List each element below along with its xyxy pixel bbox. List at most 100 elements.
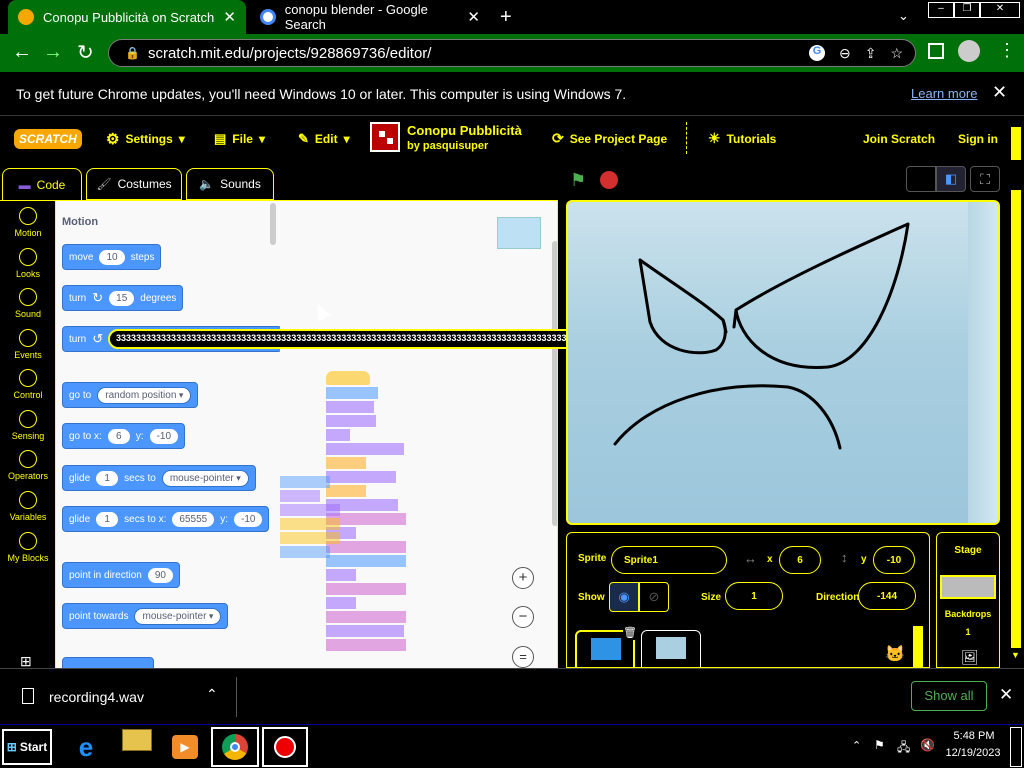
tutorials-button[interactable]: ☀ Tutorials	[708, 117, 776, 160]
file-menu[interactable]: ▤ File ▾	[214, 117, 265, 160]
clock-time[interactable]: 5:48 PM	[944, 730, 1004, 742]
direction-input[interactable]: -144	[858, 582, 916, 610]
script-vertical-scrollbar[interactable]	[552, 241, 557, 526]
tab-search-icon[interactable]: ⌄	[898, 8, 909, 24]
forward-icon[interactable]: →	[43, 41, 63, 64]
small-stage-button[interactable]	[906, 166, 936, 192]
stop-icon[interactable]	[600, 171, 618, 189]
chrome-taskbar-icon[interactable]	[211, 727, 259, 767]
y-input[interactable]: -10	[149, 428, 179, 444]
towards-target-dropdown[interactable]: mouse-pointer	[134, 607, 222, 625]
edit-menu[interactable]: ✎ Edit ▾	[298, 117, 350, 160]
sprite-name-input[interactable]: Sprite1	[611, 546, 727, 574]
x-position-input[interactable]: 6	[779, 546, 821, 574]
close-infobar-icon[interactable]: ✕	[992, 82, 1007, 103]
page-scrollbar-track[interactable]	[1011, 190, 1021, 648]
large-stage-button[interactable]: ◧	[936, 166, 966, 192]
hide-sprite-eye-icon[interactable]: ⊘	[639, 582, 669, 612]
palette-scrollbar[interactable]	[270, 203, 276, 245]
tab-scratch[interactable]: Conopu Pubblicità on Scratch ✕	[8, 0, 246, 34]
size-input[interactable]: 1	[725, 582, 783, 610]
download-filename[interactable]: recording4.wav	[49, 689, 144, 705]
scroll-down-icon[interactable]: ▼	[1011, 650, 1020, 660]
share-icon[interactable]: ⇪	[865, 45, 877, 62]
fullscreen-icon[interactable]: ⛶	[970, 166, 1000, 192]
sprite-thumbnail[interactable]	[641, 630, 701, 667]
category-operators[interactable]: Operators	[0, 450, 56, 481]
category-motion[interactable]: Motion	[0, 207, 56, 238]
delete-sprite-icon[interactable]: 🗑	[623, 626, 637, 640]
block-partial[interactable]	[62, 657, 154, 668]
clock-date[interactable]: 12/19/2023	[940, 747, 1006, 759]
category-events[interactable]: Events	[0, 329, 56, 360]
category-looks[interactable]: Looks	[0, 248, 56, 279]
tab-google[interactable]: conopu blender - Google Search ✕	[250, 0, 490, 34]
volume-muted-icon[interactable]: 🔇	[920, 738, 935, 752]
sprite-list-scrollbar[interactable]	[913, 626, 923, 667]
stage-target-panel[interactable]: Stage Backdrops 1 🖼	[936, 532, 1000, 668]
stage-canvas[interactable]	[566, 200, 1000, 525]
script-stack-2[interactable]	[280, 476, 340, 668]
block-glide-to[interactable]: glide 1 secs to mouse-pointer	[62, 465, 256, 491]
block-point-towards[interactable]: point towards mouse-pointer	[62, 603, 229, 629]
go-to-target-dropdown[interactable]: random position	[97, 386, 192, 404]
category-sound[interactable]: Sound	[0, 288, 56, 319]
side-panel-icon[interactable]	[928, 43, 944, 59]
new-tab-icon[interactable]: +	[500, 6, 512, 29]
project-title[interactable]: Conopu Pubblicità	[407, 123, 522, 138]
y-input[interactable]: -10	[233, 511, 263, 527]
scratch-logo[interactable]: SCRATCH	[14, 117, 82, 160]
chevron-up-icon[interactable]: ⌃	[206, 686, 218, 703]
zoom-icon[interactable]: ⊖	[839, 45, 851, 62]
zoom-in-icon[interactable]: +	[512, 567, 534, 589]
steps-input[interactable]: 10	[99, 249, 125, 265]
backdrop-thumbnail[interactable]	[940, 575, 996, 599]
tab-costumes[interactable]: 🖌 Costumes	[86, 168, 182, 200]
file-explorer-icon[interactable]	[115, 729, 159, 765]
google-lens-icon[interactable]: G	[808, 44, 825, 61]
internet-explorer-icon[interactable]: e	[64, 729, 108, 765]
chrome-menu-icon[interactable]: ⋮	[998, 40, 1016, 61]
start-button[interactable]: ⊞ Start	[2, 729, 52, 765]
block-turn-right[interactable]: turn ↻ 15 degrees	[62, 285, 184, 311]
show-hidden-icons-icon[interactable]: ⌃	[852, 739, 861, 752]
block-move-steps[interactable]: move 10 steps	[62, 244, 162, 270]
secs-input[interactable]: 1	[96, 511, 119, 527]
secs-input[interactable]: 1	[96, 470, 119, 486]
settings-menu[interactable]: ⚙ Settings ▾	[106, 117, 185, 160]
script-area[interactable]: + − =	[280, 200, 558, 668]
profile-avatar-icon[interactable]	[958, 40, 980, 62]
category-variables[interactable]: Variables	[0, 491, 56, 522]
media-player-icon[interactable]: ▶	[163, 729, 207, 765]
sign-in-link[interactable]: Sign in	[958, 117, 998, 160]
page-scrollbar-thumb[interactable]	[1011, 127, 1021, 160]
screen-recorder-icon[interactable]	[262, 727, 308, 767]
direction-input[interactable]: 90	[147, 567, 173, 583]
back-icon[interactable]: ←	[12, 41, 32, 64]
reload-icon[interactable]: ↻	[77, 40, 94, 65]
network-icon[interactable]: 🖧	[897, 738, 910, 759]
green-flag-icon[interactable]: ⚑	[570, 170, 586, 191]
tab-sounds[interactable]: 🔈 Sounds	[186, 168, 274, 200]
action-center-icon[interactable]: ⚑	[874, 738, 885, 752]
y-position-input[interactable]: -10	[873, 546, 915, 574]
show-desktop-button[interactable]	[1010, 727, 1022, 767]
close-tab-icon[interactable]: ✕	[223, 8, 236, 26]
bookmark-star-icon[interactable]: ☆	[890, 45, 903, 62]
zoom-out-icon[interactable]: −	[512, 606, 534, 628]
hat-block[interactable]	[326, 371, 370, 385]
block-go-to[interactable]: go to random position	[62, 382, 199, 408]
close-download-bar-icon[interactable]: ✕	[999, 685, 1013, 705]
close-tab-icon[interactable]: ✕	[467, 8, 480, 26]
minimize-icon[interactable]: –	[928, 2, 954, 18]
x-input[interactable]: 65555	[172, 511, 215, 527]
category-sensing[interactable]: Sensing	[0, 410, 56, 441]
show-sprite-eye-icon[interactable]: ◉	[609, 582, 639, 612]
add-backdrop-icon[interactable]: 🖼	[961, 649, 979, 666]
learn-more-link[interactable]: Learn more	[911, 86, 977, 101]
degrees-input[interactable]: 15	[109, 290, 135, 306]
see-project-page-button[interactable]: ⟳ See Project Page	[552, 117, 667, 160]
block-go-to-xy[interactable]: go to x: 6 y: -10	[62, 423, 186, 449]
category-my-blocks[interactable]: My Blocks	[0, 532, 56, 563]
block-glide-to-xy[interactable]: glide 1 secs to x: 65555 y: -10	[62, 506, 270, 532]
